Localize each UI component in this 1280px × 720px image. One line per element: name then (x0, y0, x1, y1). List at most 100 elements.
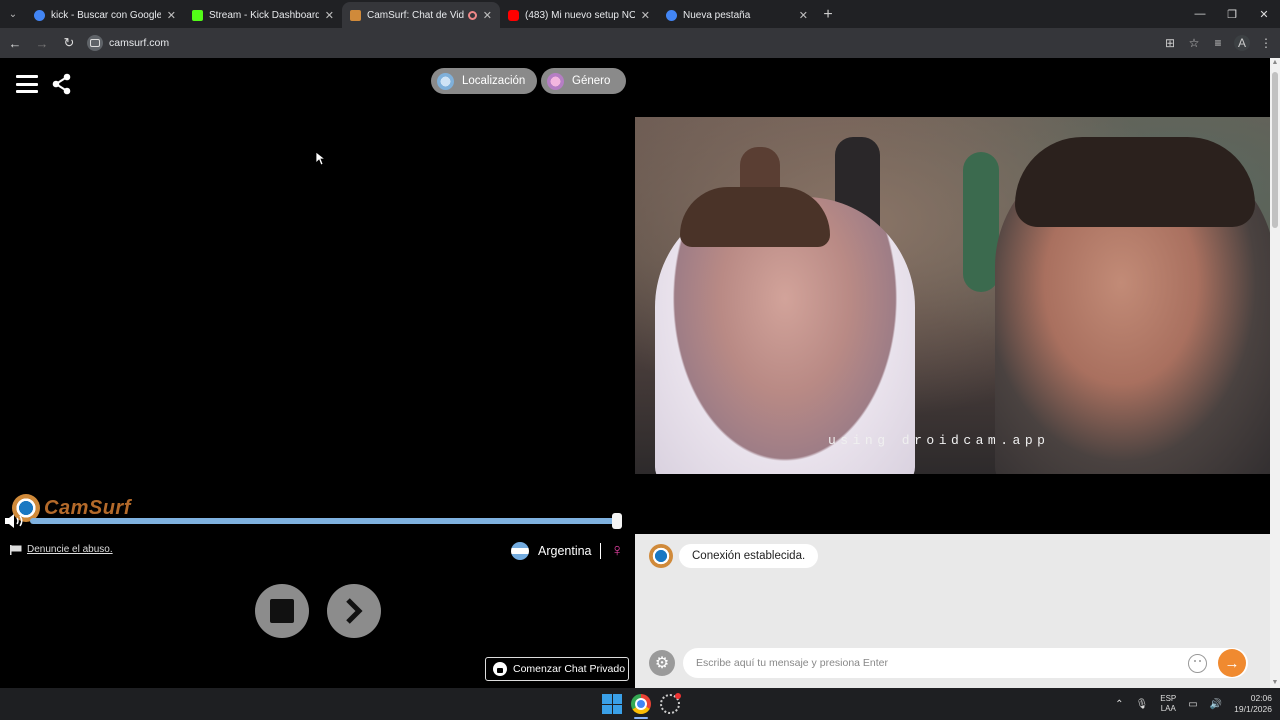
video-hair-right (1015, 137, 1255, 227)
scroll-down-icon[interactable]: ▼ (1270, 678, 1280, 688)
send-button[interactable]: → (1218, 649, 1246, 677)
profile-avatar-icon[interactable]: A (1234, 35, 1250, 51)
microphone-icon[interactable]: 🎙 (1136, 699, 1149, 710)
camsurf-bot-icon (649, 544, 673, 568)
system-tray: ⌃ 🎙 ESP LAA ▭ 🔊 02:06 19/1/2026 (1115, 688, 1272, 720)
close-tab-icon[interactable]: ✕ (167, 9, 176, 22)
forward-icon[interactable]: → (30, 31, 54, 55)
language-indicator[interactable]: ESP LAA (1160, 694, 1176, 714)
tab-title: kick - Buscar con Google (51, 9, 161, 21)
layout-code: LAA (1160, 704, 1176, 713)
url-text[interactable]: camsurf.com (109, 37, 169, 49)
minimize-icon[interactable]: — (1184, 0, 1216, 28)
page-content: Localización Género using droidcam.app C… (0, 58, 1270, 688)
recording-indicator-icon (467, 10, 477, 20)
system-message: Conexión establecida. (679, 544, 819, 568)
translate-icon[interactable]: ⊞ (1162, 36, 1178, 50)
reload-icon[interactable]: ↻ (57, 31, 81, 55)
tab-kick-dashboard[interactable]: Stream - Kick Dashboard ✕ (184, 2, 342, 28)
tab-title: Stream - Kick Dashboard (209, 9, 319, 21)
windows-start-icon[interactable] (602, 694, 622, 714)
hamburger-menu-icon[interactable] (16, 75, 38, 93)
site-info-icon[interactable] (87, 35, 103, 51)
tab-title: (483) Mi nuevo setup NO SE VE (525, 9, 635, 21)
bookmark-star-icon[interactable]: ☆ (1186, 36, 1202, 50)
address-bar: ← → ↻ camsurf.com ⊞ ☆ ≡ A ⋮ (0, 28, 1280, 58)
media-controls-icon[interactable]: ≡ (1210, 36, 1226, 50)
toolbar-actions: ⊞ ☆ ≡ A ⋮ (1162, 28, 1274, 58)
close-tab-icon[interactable]: ✕ (483, 9, 492, 22)
speaker-icon[interactable]: 🔊 (1210, 699, 1222, 710)
clock-date: 19/1/2026 (1234, 704, 1272, 714)
language-code: ESP (1160, 694, 1177, 703)
report-abuse: Denuncie el abuso. (10, 544, 113, 555)
chevron-right-icon (346, 598, 363, 624)
argentina-flag-icon (511, 541, 529, 560)
emoji-icon[interactable] (1188, 654, 1207, 673)
chat-message: Conexión establecida. (649, 544, 819, 568)
globe-icon (437, 72, 454, 90)
gear-icon[interactable]: ⚙ (649, 650, 675, 676)
stop-icon (270, 599, 294, 623)
stop-button[interactable] (255, 584, 309, 638)
gender-icon (547, 72, 564, 90)
tab-google[interactable]: kick - Buscar con Google ✕ (26, 2, 184, 28)
tab-search-button[interactable]: ⌄ (0, 0, 26, 28)
close-window-icon[interactable]: ✕ (1248, 0, 1280, 28)
chat-input-row: ⚙ → (649, 647, 1249, 679)
video-guitar (963, 152, 999, 292)
close-tab-icon[interactable]: ✕ (799, 9, 808, 22)
location-filter-button[interactable]: Localización (431, 68, 537, 94)
active-app-indicator (634, 717, 648, 719)
tab-strip: ⌄ kick - Buscar con Google ✕ Stream - Ki… (0, 0, 1280, 28)
brand-name: CamSurf (44, 496, 131, 519)
volume-icon[interactable] (4, 513, 26, 529)
chrome-favicon-icon (666, 9, 677, 21)
tab-youtube[interactable]: (483) Mi nuevo setup NO SE VE ✕ (500, 2, 658, 28)
location-filter-label: Localización (462, 75, 526, 87)
kick-favicon-icon (192, 9, 203, 21)
omnibox[interactable]: camsurf.com (87, 31, 169, 55)
gender-filter-button[interactable]: Género (541, 68, 626, 94)
restore-icon[interactable]: ❐ (1216, 0, 1248, 28)
volume-slider[interactable] (30, 518, 618, 524)
divider (599, 542, 601, 559)
partner-video: using droidcam.app (635, 117, 1270, 474)
tab-title: CamSurf: Chat de Video Al (367, 9, 464, 21)
window-controls: — ❐ ✕ (1184, 0, 1280, 28)
video-watermark: using droidcam.app (828, 433, 1050, 448)
message-input[interactable] (683, 648, 1248, 678)
private-chat-button[interactable]: Comenzar Chat Privado (485, 657, 629, 681)
tab-camsurf[interactable]: CamSurf: Chat de Video Al ✕ (342, 2, 500, 28)
clock[interactable]: 02:06 19/1/2026 (1234, 693, 1272, 715)
mouse-cursor-icon (316, 152, 326, 166)
gender-filter-label: Género (572, 75, 611, 87)
lock-icon (493, 662, 507, 676)
scroll-up-icon[interactable]: ▲ (1270, 58, 1280, 68)
chrome-taskbar-icon[interactable] (631, 694, 651, 714)
private-chat-label: Comenzar Chat Privado (513, 663, 626, 675)
back-icon[interactable]: ← (3, 31, 27, 55)
report-abuse-link[interactable]: Denuncie el abuso. (27, 544, 113, 555)
volume-slider-handle[interactable] (612, 513, 622, 529)
chevron-up-icon[interactable]: ⌃ (1115, 699, 1123, 710)
tab-new-tab[interactable]: Nueva pestaña ✕ (658, 2, 816, 28)
flag-icon (10, 544, 22, 555)
female-symbol-icon: ♀ (610, 540, 625, 560)
network-icon[interactable]: ▭ (1188, 699, 1197, 710)
camsurf-favicon-icon (350, 9, 361, 21)
scrollbar-thumb[interactable] (1272, 72, 1278, 228)
clock-time: 02:06 (1250, 693, 1272, 703)
page-scrollbar[interactable]: ▲ ▼ (1270, 58, 1280, 688)
taskbar: ⌃ 🎙 ESP LAA ▭ 🔊 02:06 19/1/2026 (0, 688, 1280, 720)
close-tab-icon[interactable]: ✕ (641, 9, 650, 22)
google-favicon-icon (34, 9, 45, 21)
new-tab-button[interactable]: + (816, 2, 840, 28)
close-tab-icon[interactable]: ✕ (325, 9, 334, 22)
partner-info: Argentina ♀ (511, 540, 624, 561)
next-button[interactable] (327, 584, 381, 638)
tab-title: Nueva pestaña (683, 9, 751, 21)
menu-kebab-icon[interactable]: ⋮ (1258, 36, 1274, 50)
share-icon[interactable] (52, 73, 72, 95)
video-hair-left (680, 187, 830, 247)
